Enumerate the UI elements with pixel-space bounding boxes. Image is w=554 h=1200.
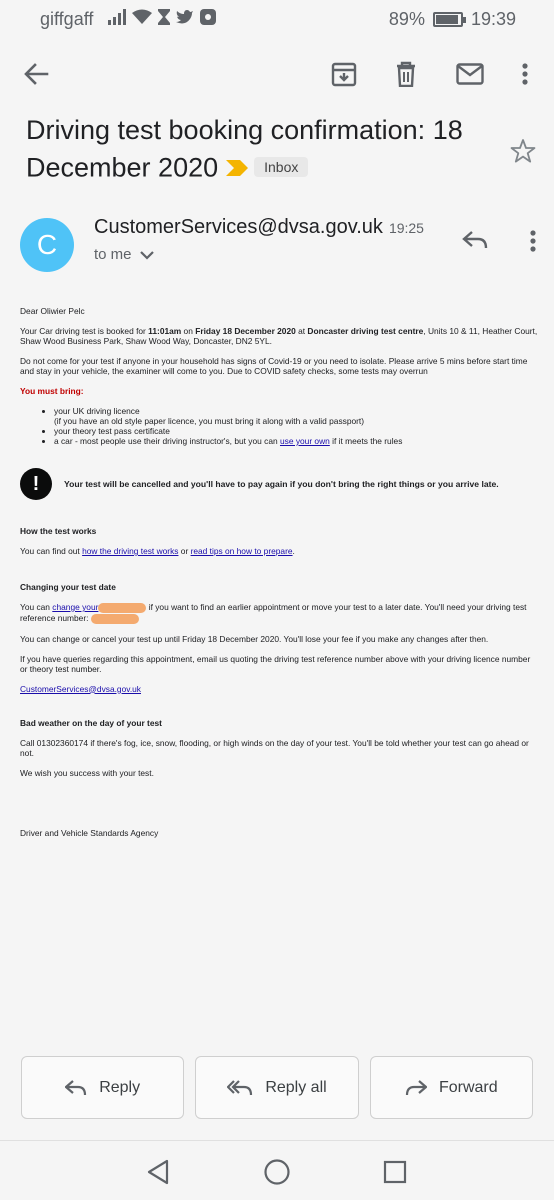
back-arrow-icon[interactable] [16, 54, 56, 94]
weather-paragraph: Call 01302360174 if there's fog, ice, sn… [20, 737, 529, 758]
wish-text: We wish you success with your test. [20, 767, 154, 778]
email-subject-row: Driving test booking confirmation: 18 De… [26, 112, 486, 190]
warning-callout: ! Your test will be cancelled and you'll… [20, 468, 538, 500]
mail-icon[interactable] [450, 54, 490, 94]
clock: 19:39 [470, 9, 516, 29]
use-your-own-link[interactable]: use your own [280, 436, 330, 446]
reply-all-button[interactable]: Reply all [195, 1056, 359, 1119]
redaction-scribble [90, 613, 139, 624]
list-item: your UK driving licence(if you have an o… [54, 406, 538, 426]
reply-icon [65, 1079, 87, 1095]
greeting: Dear Oliwier Pelc [20, 306, 85, 316]
app-bar [0, 40, 554, 106]
wifi-icon [132, 9, 152, 30]
app-icon [200, 8, 216, 30]
warning-text: Your test will be cancelled and you'll h… [64, 479, 499, 489]
contact-email: CustomerServices@dvsa.gov.uk [20, 684, 538, 694]
status-bar: giffgaff 89% 19:39 [0, 0, 554, 40]
inbox-label[interactable]: Inbox [254, 156, 309, 177]
reply-label: Reply [99, 1078, 141, 1096]
battery-percent: 89% [388, 9, 425, 29]
important-marker-icon[interactable] [226, 149, 249, 186]
sender-line: CustomerServices@dvsa.gov.uk 19:25 [94, 216, 424, 239]
sender-row: C CustomerServices@dvsa.gov.uk 19:25 to m… [20, 216, 540, 276]
list-item: your theory test pass certificate [54, 426, 538, 436]
how-test-works-link[interactable]: how the driving test works [82, 546, 178, 556]
how-heading: How the test works [20, 526, 97, 536]
message-more-icon[interactable] [530, 230, 536, 257]
star-icon[interactable] [510, 138, 536, 169]
forward-button[interactable]: Forward [369, 1056, 533, 1119]
reply-all-icon [227, 1079, 253, 1095]
must-bring-heading: You must bring: [20, 386, 84, 396]
received-time: 19:25 [388, 220, 424, 236]
exclamation-icon: ! [20, 468, 52, 500]
queries-paragraph: If you have queries regarding this appoi… [20, 653, 531, 674]
twitter-icon [176, 9, 194, 30]
reply-all-label: Reply all [265, 1078, 327, 1096]
carrier-name: giffgaff [40, 9, 94, 29]
weather-heading: Bad weather on the day of your test [20, 717, 162, 728]
email-body: Dear Oliwier Pelc Your Car driving test … [20, 306, 538, 848]
reply-icon[interactable] [462, 230, 488, 255]
tips-link[interactable]: read tips on how to prepare [191, 546, 293, 556]
signal-icon [108, 8, 126, 30]
more-vert-icon[interactable] [505, 54, 545, 94]
back-triangle-icon[interactable] [143, 1157, 173, 1187]
change-test-link[interactable]: change your [52, 602, 98, 612]
change-heading: Changing your test date [20, 582, 116, 592]
avatar[interactable]: C [20, 218, 74, 272]
home-circle-icon[interactable] [262, 1157, 292, 1187]
signature: Driver and Vehicle Standards Agency [20, 827, 159, 838]
system-nav-bar [0, 1140, 554, 1200]
hourglass-icon [158, 8, 170, 30]
battery-icon [432, 12, 466, 27]
sender-address: CustomerServices@dvsa.gov.uk [94, 216, 383, 238]
recipient-toggle[interactable]: to me [94, 246, 154, 263]
forward-icon [405, 1079, 427, 1095]
status-icons [108, 8, 216, 30]
how-paragraph: You can find out how the driving test wo… [20, 546, 295, 556]
archive-icon[interactable] [324, 54, 364, 94]
booking-paragraph: Your Car driving test is booked for 11:0… [20, 326, 538, 346]
recents-square-icon[interactable] [380, 1157, 410, 1187]
change-paragraph: You can change your if you want to find … [20, 602, 527, 624]
covid-paragraph: Do not come for your test if anyone in y… [20, 356, 528, 376]
action-bar: Reply Reply all Forward [21, 1056, 533, 1120]
contact-email-link[interactable]: CustomerServices@dvsa.gov.uk [20, 684, 141, 694]
recipient-label: to me [94, 246, 132, 263]
reply-button[interactable]: Reply [21, 1056, 185, 1119]
bring-list: your UK driving licence(if you have an o… [54, 406, 538, 446]
status-right: 89% 19:39 [389, 9, 516, 30]
list-item: a car - most people use their driving in… [54, 436, 538, 446]
redaction-scribble [98, 602, 147, 613]
delete-icon[interactable] [386, 54, 426, 94]
chevron-down-icon [139, 250, 154, 260]
forward-label: Forward [438, 1078, 498, 1096]
cancel-paragraph: You can change or cancel your test up un… [20, 633, 489, 644]
